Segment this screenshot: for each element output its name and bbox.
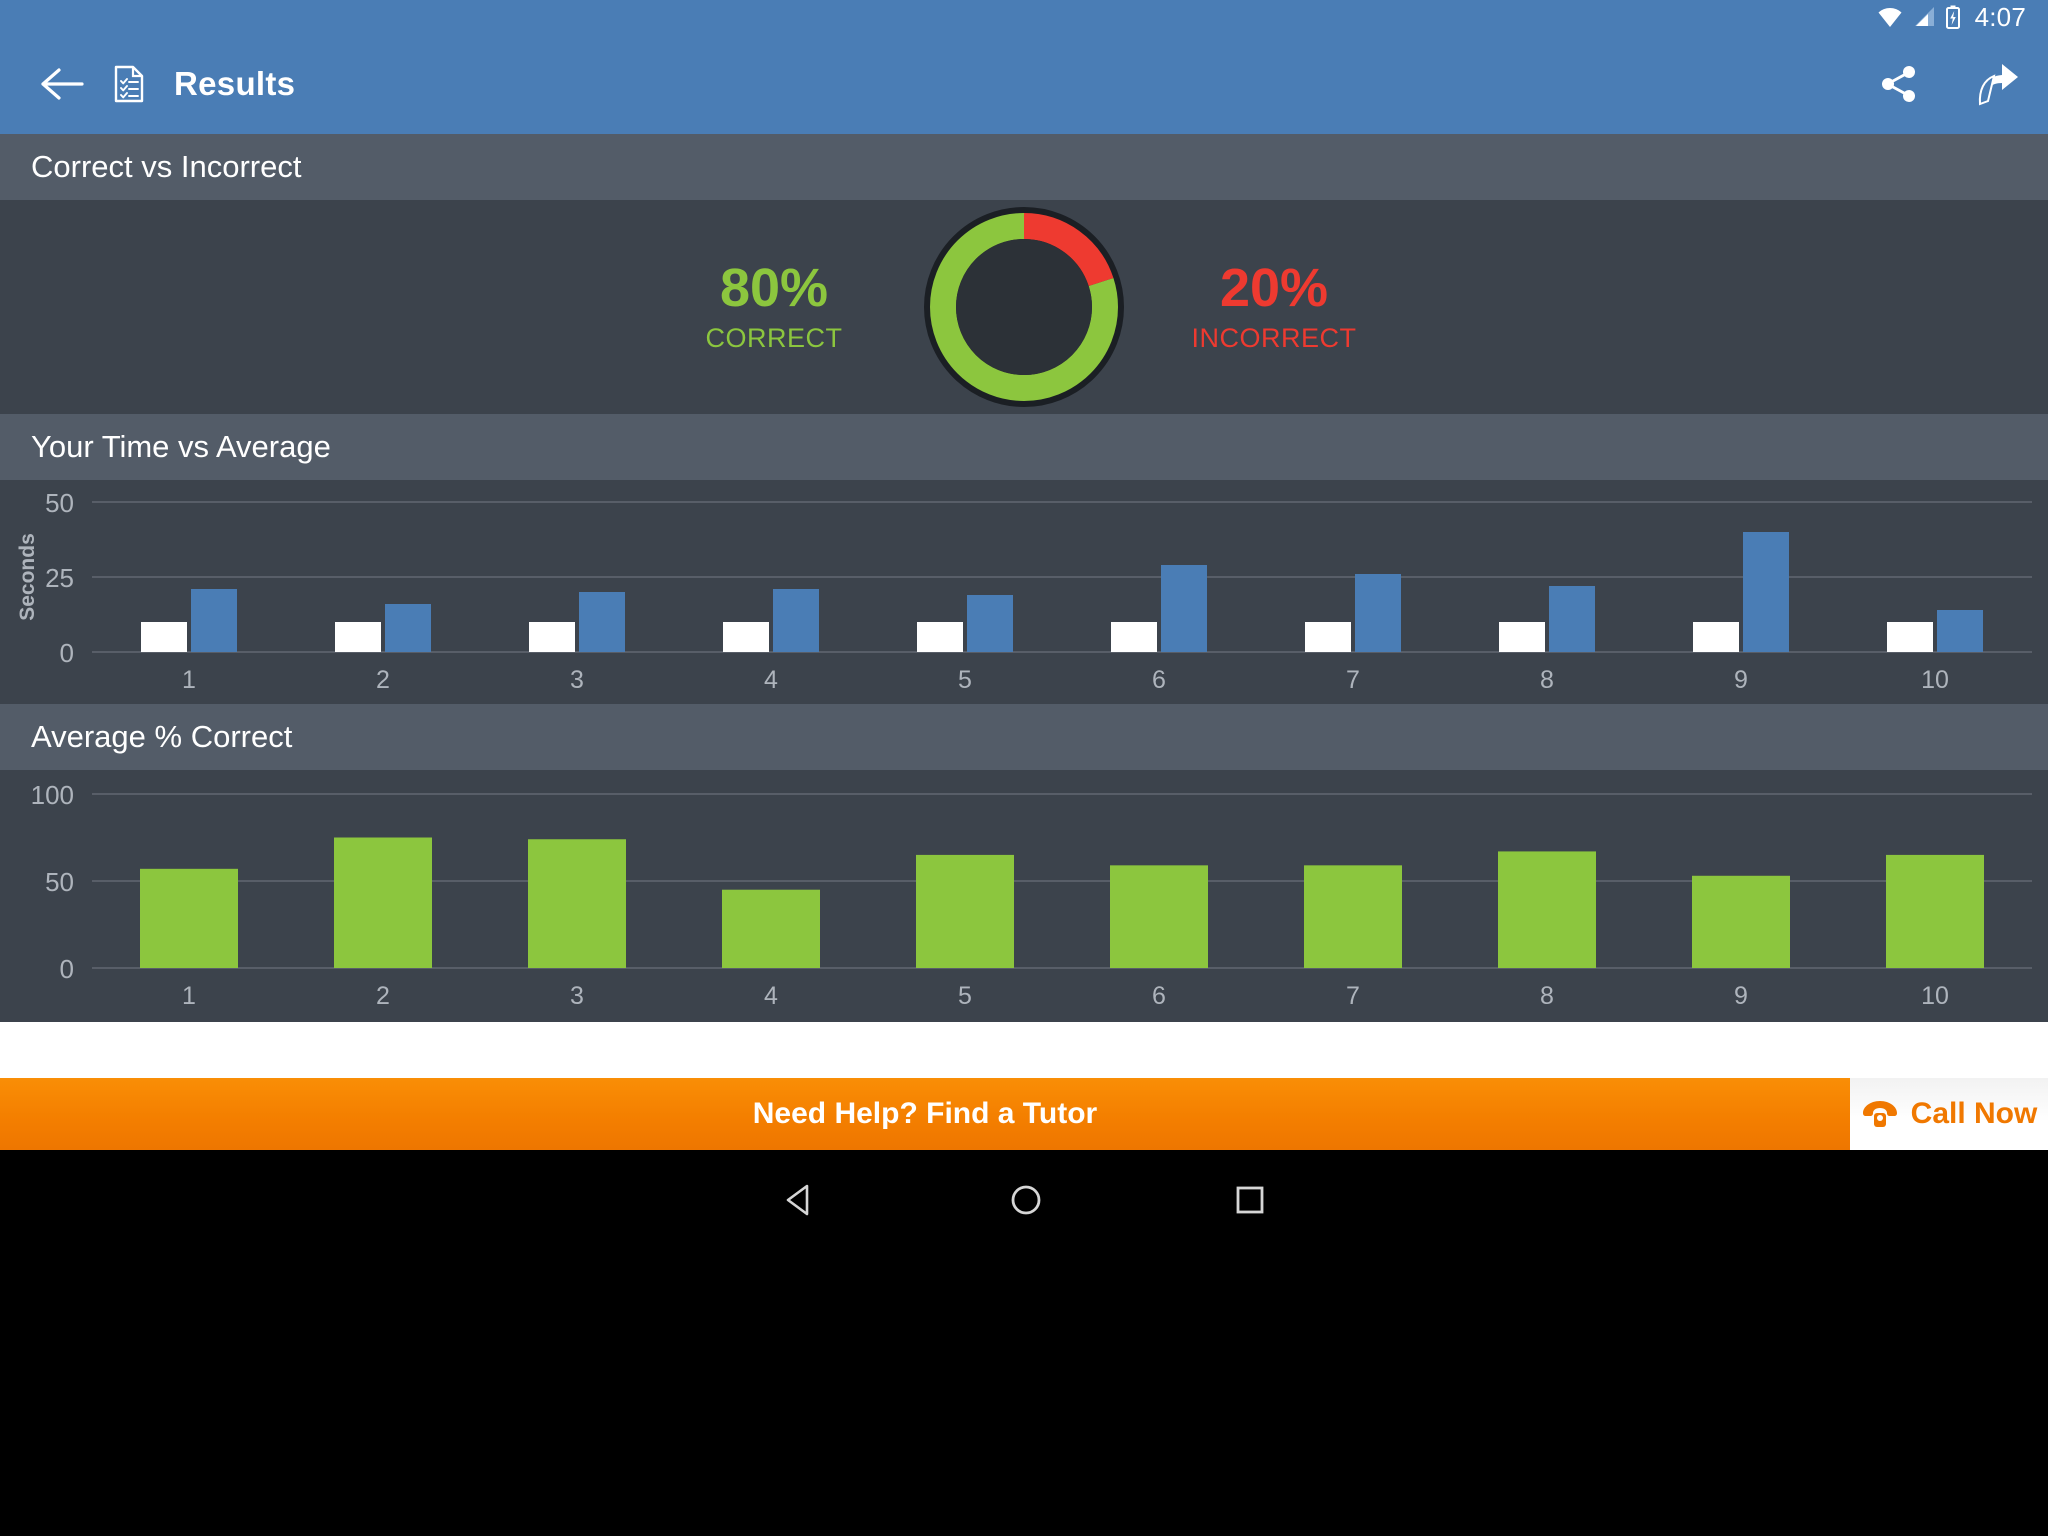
x-axis-tick: 4 bbox=[764, 982, 778, 1010]
y-axis-tick: 50 bbox=[45, 488, 74, 518]
x-axis-tick: 6 bbox=[1152, 666, 1166, 694]
incorrect-percent: 20% bbox=[1219, 257, 1329, 318]
share-icon[interactable] bbox=[1878, 63, 1920, 105]
android-navigation-bar bbox=[0, 1150, 2048, 1250]
call-now-button[interactable]: Call Now bbox=[1850, 1078, 2048, 1150]
x-axis-tick: 4 bbox=[764, 666, 778, 694]
bar bbox=[722, 889, 820, 968]
status-icons bbox=[1877, 5, 1961, 29]
x-axis-tick: 7 bbox=[1346, 982, 1360, 1010]
bar bbox=[1743, 532, 1789, 652]
send-forward-icon[interactable] bbox=[1966, 60, 2020, 108]
content-gap bbox=[0, 1022, 2048, 1078]
bar bbox=[1110, 865, 1208, 968]
bar bbox=[967, 595, 1013, 652]
x-axis-tick: 5 bbox=[958, 982, 972, 1010]
bar bbox=[1111, 622, 1157, 652]
time-vs-average-chart: 0 25 50 Seconds 1 2 3 4 5 6 7 8 9 10 bbox=[0, 480, 2048, 704]
bar bbox=[723, 622, 769, 652]
bar bbox=[1549, 586, 1595, 652]
cell-signal-icon bbox=[1914, 7, 1934, 26]
circle-home-icon[interactable] bbox=[1007, 1181, 1045, 1219]
y-axis-tick: 25 bbox=[45, 563, 74, 593]
y-axis-label: Seconds bbox=[16, 533, 39, 621]
y-axis-tick: 50 bbox=[45, 867, 74, 897]
x-axis-tick: 3 bbox=[570, 666, 584, 694]
x-axis-tick: 2 bbox=[376, 982, 390, 1010]
x-axis-tick: 6 bbox=[1152, 982, 1166, 1010]
bar bbox=[528, 839, 626, 968]
app-bar: Results bbox=[0, 34, 2048, 134]
bar bbox=[917, 622, 963, 652]
x-axis-tick: 8 bbox=[1540, 982, 1554, 1010]
results-document-icon bbox=[114, 65, 144, 103]
x-axis-tick: 7 bbox=[1346, 666, 1360, 694]
bar bbox=[1355, 574, 1401, 652]
bar bbox=[140, 868, 238, 968]
section-title: Average % Correct bbox=[31, 719, 293, 754]
section-header-average-correct: Average % Correct bbox=[0, 704, 2048, 770]
x-axis-tick: 5 bbox=[958, 666, 972, 694]
bar bbox=[773, 589, 819, 652]
donut-chart bbox=[924, 207, 1124, 407]
bar bbox=[1305, 622, 1351, 652]
bar bbox=[529, 622, 575, 652]
bar bbox=[1693, 622, 1739, 652]
y-axis-tick: 0 bbox=[60, 954, 74, 984]
bar bbox=[1499, 622, 1545, 652]
correct-stat: 80% CORRECT bbox=[624, 261, 924, 354]
bar bbox=[1887, 622, 1933, 652]
x-axis-tick: 3 bbox=[570, 982, 584, 1010]
bar bbox=[1886, 854, 1984, 968]
bar bbox=[191, 589, 237, 652]
incorrect-label: INCORRECT bbox=[1191, 322, 1357, 353]
bar bbox=[1937, 610, 1983, 652]
find-tutor-label: Need Help? Find a Tutor bbox=[752, 1097, 1098, 1130]
x-axis-tick: 9 bbox=[1734, 982, 1748, 1010]
x-axis-tick: 2 bbox=[376, 666, 390, 694]
x-axis-tick: 1 bbox=[182, 982, 196, 1010]
ad-banner: Need Help? Find a Tutor Call Now bbox=[0, 1078, 2048, 1150]
bar bbox=[141, 622, 187, 652]
correct-label: CORRECT bbox=[705, 322, 843, 353]
y-axis-tick: 100 bbox=[31, 780, 74, 810]
x-axis-tick: 8 bbox=[1540, 666, 1554, 694]
bar bbox=[334, 837, 432, 968]
bar bbox=[1304, 865, 1402, 968]
back-arrow-icon[interactable] bbox=[40, 66, 84, 102]
telephone-icon bbox=[1862, 1101, 1897, 1127]
status-time: 4:07 bbox=[1974, 1, 2026, 32]
y-axis-tick: 0 bbox=[60, 638, 74, 668]
x-axis-tick: 9 bbox=[1734, 666, 1748, 694]
bar bbox=[916, 854, 1014, 968]
average-correct-chart: 0 50 100 1 2 3 4 5 6 7 8 9 10 bbox=[0, 770, 2048, 1022]
find-tutor-banner[interactable]: Need Help? Find a Tutor bbox=[0, 1078, 1850, 1150]
call-now-label: Call Now bbox=[1910, 1097, 2038, 1130]
bar bbox=[1692, 875, 1790, 968]
wifi-icon bbox=[1878, 8, 1902, 27]
section-header-time-vs-average: Your Time vs Average bbox=[0, 414, 2048, 480]
x-axis-tick: 1 bbox=[182, 666, 196, 694]
donut-chart-panel: 80% CORRECT 20% INCORRECT bbox=[0, 200, 2048, 414]
x-axis-tick: 10 bbox=[1921, 982, 1949, 1010]
incorrect-stat: 20% INCORRECT bbox=[1124, 261, 1424, 354]
bar bbox=[1161, 565, 1207, 652]
status-bar: 4:07 bbox=[0, 0, 2048, 34]
section-title: Your Time vs Average bbox=[31, 429, 331, 464]
triangle-back-icon[interactable] bbox=[781, 1181, 819, 1219]
correct-percent: 80% bbox=[719, 257, 829, 318]
bar bbox=[1498, 851, 1596, 968]
page-title: Results bbox=[174, 65, 296, 102]
battery-charging-icon bbox=[1945, 5, 1960, 29]
section-title: Correct vs Incorrect bbox=[31, 149, 302, 184]
bar bbox=[335, 622, 381, 652]
square-recents-icon[interactable] bbox=[1233, 1183, 1267, 1217]
x-axis-tick: 10 bbox=[1921, 666, 1949, 694]
bar bbox=[579, 592, 625, 652]
bar bbox=[385, 604, 431, 652]
section-header-correct-vs-incorrect: Correct vs Incorrect bbox=[0, 134, 2048, 200]
